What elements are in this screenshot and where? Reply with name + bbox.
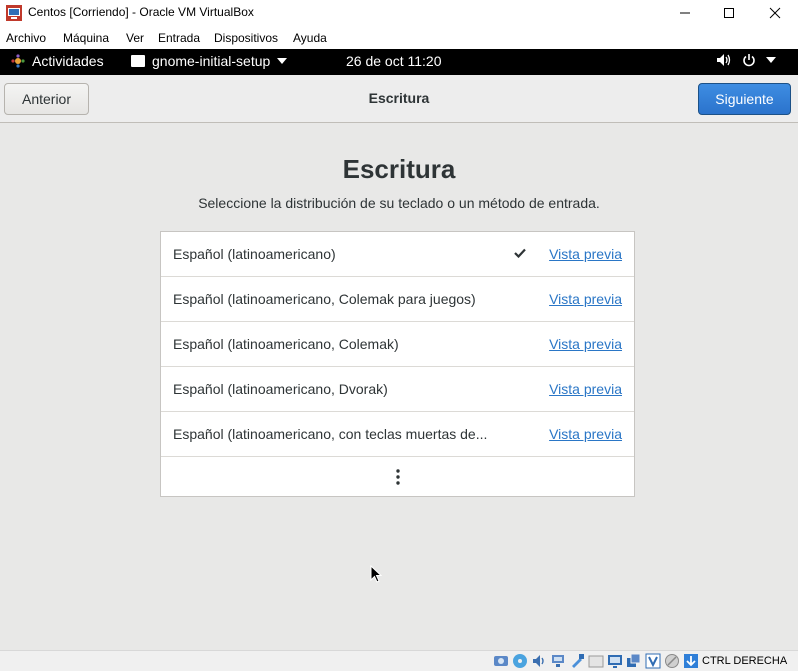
clock[interactable]: 26 de oct 11:20 xyxy=(346,53,441,69)
layout-row[interactable]: Español (latinoamericano, Colemak) Vista… xyxy=(161,322,634,367)
minimize-icon xyxy=(680,12,690,14)
preview-link[interactable]: Vista previa xyxy=(549,426,622,442)
checkmark-icon xyxy=(514,248,526,258)
menu-bar: Archivo Máquina Ver Entrada Dispositivos… xyxy=(0,28,798,48)
minimize-button[interactable] xyxy=(662,0,708,26)
page-title: Escritura xyxy=(342,154,456,184)
layout-label: Español (latinoamericano, con teclas mue… xyxy=(173,426,488,442)
next-button[interactable]: Siguiente xyxy=(698,83,791,115)
display-icon[interactable] xyxy=(607,653,623,669)
layout-row[interactable]: Español (latinoamericano, Dvorak) Vista … xyxy=(161,367,634,412)
activities-label: Actividades xyxy=(32,53,104,69)
menu-entrada[interactable]: Entrada xyxy=(158,31,200,45)
app-menu[interactable]: gnome-initial-setup xyxy=(131,53,288,69)
virtualization-icon[interactable] xyxy=(645,653,661,669)
usb-icon[interactable] xyxy=(569,653,585,669)
close-icon xyxy=(769,7,781,19)
vm-status-bar: CTRL DERECHA xyxy=(0,650,798,671)
preview-link[interactable]: Vista previa xyxy=(549,291,622,307)
layout-label: Español (latinoamericano, Colemak) xyxy=(173,336,399,352)
menu-archivo[interactable]: Archivo xyxy=(6,31,46,45)
caret-down-icon xyxy=(277,58,288,64)
volume-icon xyxy=(717,54,731,66)
layout-row[interactable]: Español (latinoamericano) Vista previa xyxy=(161,232,634,277)
video-capture-icon[interactable] xyxy=(626,653,642,669)
gnome-top-bar: Actividades gnome-initial-setup 26 de oc… xyxy=(0,49,798,75)
header-bar: Anterior Escritura Siguiente xyxy=(0,75,798,123)
power-icon xyxy=(743,54,755,67)
maximize-icon xyxy=(724,8,734,18)
mouse-cursor-icon xyxy=(370,565,382,583)
hard-disk-icon[interactable] xyxy=(493,653,509,669)
gnome-foot-icon xyxy=(11,54,25,68)
more-layouts-button[interactable] xyxy=(161,457,634,497)
layout-label: Español (latinoamericano) xyxy=(173,246,336,262)
window-icon xyxy=(131,55,145,67)
system-menu[interactable] xyxy=(716,53,776,67)
layout-label: Español (latinoamericano, Dvorak) xyxy=(173,381,388,397)
keyboard-layout-list: Español (latinoamericano) Vista previa E… xyxy=(160,231,635,497)
close-button[interactable] xyxy=(752,0,798,26)
layout-label: Español (latinoamericano, Colemak para j… xyxy=(173,291,476,307)
window-titlebar: Centos [Corriendo] - Oracle VM VirtualBo… xyxy=(0,0,798,26)
optical-drive-icon[interactable] xyxy=(512,653,528,669)
menu-ver[interactable]: Ver xyxy=(126,31,144,45)
preview-link[interactable]: Vista previa xyxy=(549,381,622,397)
menu-ayuda[interactable]: Ayuda xyxy=(293,31,327,45)
window-title: Centos [Corriendo] - Oracle VM VirtualBo… xyxy=(28,5,254,19)
activities-button[interactable]: Actividades xyxy=(10,53,104,69)
host-key-label: CTRL DERECHA xyxy=(702,655,788,667)
maximize-button[interactable] xyxy=(706,0,752,26)
status-icons xyxy=(493,653,699,669)
app-menu-label: gnome-initial-setup xyxy=(152,53,271,69)
network-icon[interactable] xyxy=(550,653,566,669)
mouse-integration-icon[interactable] xyxy=(664,653,680,669)
preview-link[interactable]: Vista previa xyxy=(549,246,622,262)
caret-down-icon xyxy=(766,57,776,63)
vertical-ellipsis-icon xyxy=(395,469,400,485)
layout-row[interactable]: Español (latinoamericano, Colemak para j… xyxy=(161,277,634,322)
shared-folders-icon[interactable] xyxy=(588,653,604,669)
header-title: Escritura xyxy=(368,90,430,106)
main-content: Escritura Seleccione la distribución de … xyxy=(0,123,798,650)
menu-dispositivos[interactable]: Dispositivos xyxy=(214,31,278,45)
menu-maquina[interactable]: Máquina xyxy=(63,31,109,45)
preview-link[interactable]: Vista previa xyxy=(549,336,622,352)
audio-icon[interactable] xyxy=(531,653,547,669)
virtualbox-app-icon xyxy=(6,5,22,21)
host-key-icon[interactable] xyxy=(683,653,699,669)
page-subtitle: Seleccione la distribución de su teclado… xyxy=(198,195,600,211)
layout-row[interactable]: Español (latinoamericano, con teclas mue… xyxy=(161,412,634,457)
